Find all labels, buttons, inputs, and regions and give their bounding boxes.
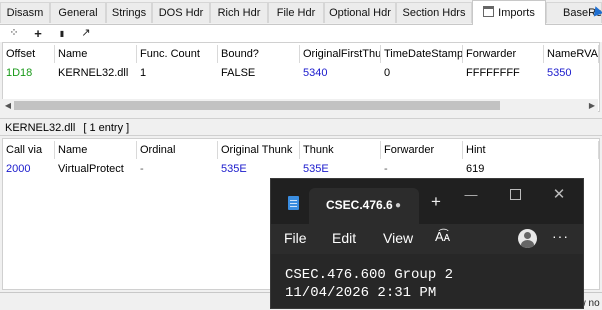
- notepad-tab[interactable]: CSEC.476.6 ●: [309, 188, 419, 224]
- column-header[interactable]: Name: [55, 141, 137, 159]
- cell-name[interactable]: KERNEL32.dll: [55, 64, 137, 82]
- table-row[interactable]: 2000 VirtualProtect - 535E 535E - 619: [3, 160, 599, 178]
- column-header[interactable]: Call via: [3, 141, 55, 159]
- tab-section-hdrs[interactable]: Section Hdrs: [396, 2, 472, 23]
- column-header[interactable]: Original Thunk: [218, 141, 300, 159]
- toolbar: ⁘ + ▮ ↗: [0, 25, 602, 42]
- save-icon: ▮: [59, 29, 65, 38]
- notepad-titlebar[interactable]: CSEC.476.6 ● + — ✕: [271, 179, 583, 224]
- scroll-left-icon[interactable]: ◀: [2, 99, 14, 112]
- tab-strings[interactable]: Strings: [106, 2, 152, 23]
- cell-name[interactable]: VirtualProtect: [55, 160, 137, 178]
- column-header[interactable]: OriginalFirstThunk: [300, 45, 381, 63]
- table-header: Call via Name Ordinal Original Thunk Thu…: [3, 141, 599, 159]
- cell-name-rva[interactable]: 5350: [544, 64, 599, 82]
- cell-original-first-thunk[interactable]: 5340: [300, 64, 381, 82]
- scrollbar-thumb[interactable]: [14, 101, 500, 110]
- notepad-app-icon: [288, 196, 299, 210]
- menu-file[interactable]: File: [284, 230, 307, 246]
- selected-dll-name: KERNEL32.dll: [5, 122, 76, 134]
- cell-func-count[interactable]: 1: [137, 64, 218, 82]
- menu-edit[interactable]: Edit: [332, 230, 356, 246]
- cell-original-thunk[interactable]: 535E: [218, 160, 300, 178]
- minimize-button[interactable]: —: [461, 185, 481, 205]
- unsaved-dot-icon[interactable]: ●: [395, 200, 401, 211]
- tab-dos-hdr[interactable]: DOS Hdr: [152, 2, 210, 23]
- table-header: Offset Name Func. Count Bound? OriginalF…: [3, 45, 599, 63]
- column-header[interactable]: Ordinal: [137, 141, 218, 159]
- edit-icon: ↗: [81, 27, 91, 39]
- maximize-button[interactable]: [505, 185, 525, 205]
- folder-icon: [483, 6, 495, 17]
- tab-file-hdr[interactable]: File Hdr: [268, 2, 324, 23]
- column-header[interactable]: Thunk: [300, 141, 381, 159]
- cell-hint[interactable]: 619: [463, 160, 545, 178]
- cell-bound[interactable]: FALSE: [218, 64, 300, 82]
- text-format-icon[interactable]: A͡ᴀ: [435, 229, 450, 244]
- maximize-icon: [509, 189, 521, 200]
- scroll-right-icon[interactable]: ▶: [586, 99, 598, 112]
- new-tab-button[interactable]: +: [431, 193, 441, 210]
- selected-dll-bar: KERNEL32.dll [ 1 entry ]: [0, 118, 602, 136]
- move-icon: ⁘: [9, 27, 19, 39]
- menu-view[interactable]: View: [383, 230, 413, 246]
- table-row[interactable]: 1D18 KERNEL32.dll 1 FALSE 5340 0 FFFFFFF…: [3, 64, 599, 82]
- add-icon: +: [34, 26, 42, 41]
- cell-offset[interactable]: 1D18: [3, 64, 55, 82]
- cell-forwarder[interactable]: -: [381, 160, 463, 178]
- tab-rich-hdr[interactable]: Rich Hdr: [210, 2, 268, 23]
- cell-ordinal[interactable]: -: [137, 160, 218, 178]
- add-button[interactable]: +: [28, 25, 48, 42]
- edit-button[interactable]: ↗: [76, 25, 96, 42]
- cell-call-via[interactable]: 2000: [3, 160, 55, 178]
- notepad-menubar: File Edit View A͡ᴀ ···: [271, 224, 583, 254]
- column-header[interactable]: TimeDateStamp: [381, 45, 463, 63]
- notepad-tab-title: CSEC.476.6: [326, 198, 393, 212]
- more-options-icon[interactable]: ···: [552, 228, 569, 244]
- column-header[interactable]: Name: [55, 45, 137, 63]
- tab-strip: Disasm General Strings DOS Hdr Rich Hdr …: [0, 0, 602, 25]
- column-header[interactable]: Hint: [463, 141, 599, 159]
- tab-optional-hdr[interactable]: Optional Hdr: [324, 2, 396, 23]
- avatar[interactable]: [518, 229, 537, 248]
- notepad-window[interactable]: CSEC.476.6 ● + — ✕ File Edit View A͡ᴀ ··…: [270, 178, 584, 309]
- entry-count: [ 1 entry ]: [83, 122, 130, 134]
- horizontal-scrollbar[interactable]: ◀ ▶: [2, 99, 598, 112]
- tab-general[interactable]: General: [50, 2, 106, 23]
- text-line: CSEC.476.600 Group 2: [285, 267, 454, 283]
- notepad-text-area[interactable]: CSEC.476.600 Group 2 11/04/2026 2:31 PM: [271, 254, 583, 308]
- column-header[interactable]: Func. Count: [137, 45, 218, 63]
- save-button[interactable]: ▮: [52, 25, 72, 42]
- cell-forwarder[interactable]: FFFFFFFF: [463, 64, 544, 82]
- move-button[interactable]: ⁘: [4, 25, 24, 42]
- column-header[interactable]: Offset: [3, 45, 55, 63]
- close-button[interactable]: ✕: [549, 185, 569, 205]
- tab-disasm[interactable]: Disasm: [0, 2, 50, 23]
- text-line: 11/04/2026 2:31 PM: [285, 285, 437, 301]
- cell-time-date-stamp[interactable]: 0: [381, 64, 463, 82]
- column-header[interactable]: Forwarder: [463, 45, 544, 63]
- tab-imports[interactable]: Imports: [472, 0, 546, 25]
- column-header[interactable]: NameRVA: [544, 45, 599, 63]
- cell-thunk[interactable]: 535E: [300, 160, 381, 178]
- column-header[interactable]: Bound?: [218, 45, 300, 63]
- column-header[interactable]: Forwarder: [381, 141, 463, 159]
